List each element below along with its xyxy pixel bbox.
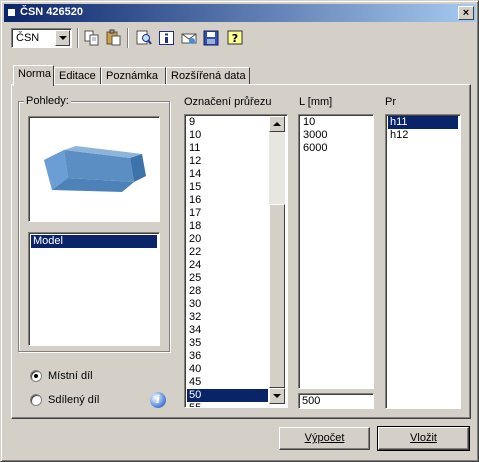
copy-icon [84, 30, 99, 46]
list-item[interactable]: 32 [187, 311, 268, 324]
list-item[interactable]: 55 [187, 402, 268, 407]
info-icon [159, 31, 174, 45]
list-item[interactable]: 6000 [301, 142, 371, 155]
close-button[interactable]: × [458, 6, 474, 20]
chevron-down-icon[interactable] [55, 30, 70, 46]
paste-icon [106, 29, 121, 46]
email-icon [181, 33, 197, 44]
toolbar-separator [77, 28, 79, 48]
info-icon[interactable]: i [150, 392, 166, 408]
radio-shared-part-label[interactable]: Sdílený díl [48, 394, 99, 406]
toolbar-separator [127, 28, 129, 48]
standard-select-value: ČSN [16, 32, 40, 44]
bar-model-image [44, 146, 146, 192]
window-icon [8, 9, 15, 16]
length-input-value: 500 [302, 395, 321, 407]
paste-button[interactable] [105, 29, 123, 47]
tab-norma[interactable]: Norma [13, 65, 54, 86]
list-item[interactable]: 50 [187, 389, 268, 402]
find-icon [136, 30, 152, 45]
copy-button[interactable] [83, 29, 101, 47]
length-list[interactable]: 10 3000 6000 [298, 114, 374, 389]
profile-label: Označení průřezu [184, 96, 272, 108]
save-button[interactable] [202, 29, 220, 47]
tab-editace[interactable]: Editace [54, 67, 101, 85]
list-item[interactable]: Model [31, 235, 157, 248]
list-item[interactable]: 25 [187, 272, 268, 285]
scroll-down-arrow-icon[interactable] [269, 388, 285, 404]
save-icon [203, 30, 219, 46]
tolerance-list[interactable]: h11 h12 [385, 114, 461, 409]
list-item[interactable]: 35 [187, 337, 268, 350]
list-item[interactable]: 22 [187, 246, 268, 259]
views-label: Pohledy: [24, 95, 71, 107]
list-item[interactable]: 28 [187, 285, 268, 298]
list-item[interactable]: 14 [187, 168, 268, 181]
profile-scrollbar[interactable] [269, 116, 285, 404]
tolerance-label: Pr [385, 96, 396, 108]
list-item[interactable]: 34 [187, 324, 268, 337]
list-item[interactable]: h12 [388, 129, 458, 142]
list-item[interactable]: 45 [187, 376, 268, 389]
tab-rozsirena-data[interactable]: Rozšířená data [166, 67, 250, 85]
list-item[interactable]: h11 [388, 116, 458, 129]
list-item[interactable]: 12 [187, 155, 268, 168]
scroll-up-arrow-icon[interactable] [269, 116, 285, 132]
profile-list[interactable]: 9 10 11 12 14 15 16 17 18 20 22 24 25 28 30 32 34 35 36 40 4… [184, 114, 288, 408]
list-item[interactable]: 11 [187, 142, 268, 155]
calculate-button-label: Výpočet [304, 432, 345, 444]
tab-poznamka[interactable]: Poznámka [101, 67, 166, 85]
list-item[interactable]: 20 [187, 233, 268, 246]
list-item[interactable]: 9 [187, 116, 268, 129]
list-item[interactable]: 10 [187, 129, 268, 142]
list-item[interactable]: 30 [187, 298, 268, 311]
radio-local-part[interactable] [30, 370, 42, 382]
svg-text:?: ? [232, 32, 238, 45]
radio-shared-part[interactable] [30, 394, 42, 406]
list-item[interactable]: 10 [301, 116, 371, 129]
help-icon: ? [227, 30, 243, 45]
insert-button-label: Vložit [410, 432, 437, 444]
scroll-thumb[interactable] [269, 204, 285, 388]
list-item[interactable]: 16 [187, 194, 268, 207]
list-item[interactable]: 18 [187, 220, 268, 233]
window-title: ČSN 426520 [20, 6, 83, 18]
list-item[interactable]: 36 [187, 350, 268, 363]
length-input[interactable]: 500 [298, 393, 374, 409]
standard-select[interactable]: ČSN [11, 28, 72, 48]
list-item[interactable]: 17 [187, 207, 268, 220]
info-button[interactable] [158, 29, 176, 47]
title-bar: ČSN 426520 × [4, 4, 476, 22]
views-list[interactable]: Model [28, 232, 160, 346]
find-button[interactable] [135, 29, 153, 47]
toolbar: ČSN ? [4, 25, 476, 53]
email-button[interactable] [180, 29, 198, 47]
model-preview [28, 116, 160, 222]
insert-button[interactable]: Vložit [377, 426, 470, 451]
help-button[interactable]: ? [226, 29, 244, 47]
length-label: L [mm] [299, 96, 333, 108]
list-item[interactable]: 15 [187, 181, 268, 194]
calculate-button[interactable]: Výpočet [279, 427, 370, 450]
list-item[interactable]: 40 [187, 363, 268, 376]
list-item[interactable]: 3000 [301, 129, 371, 142]
radio-local-part-label[interactable]: Místní díl [48, 370, 93, 382]
list-item[interactable]: 24 [187, 259, 268, 272]
